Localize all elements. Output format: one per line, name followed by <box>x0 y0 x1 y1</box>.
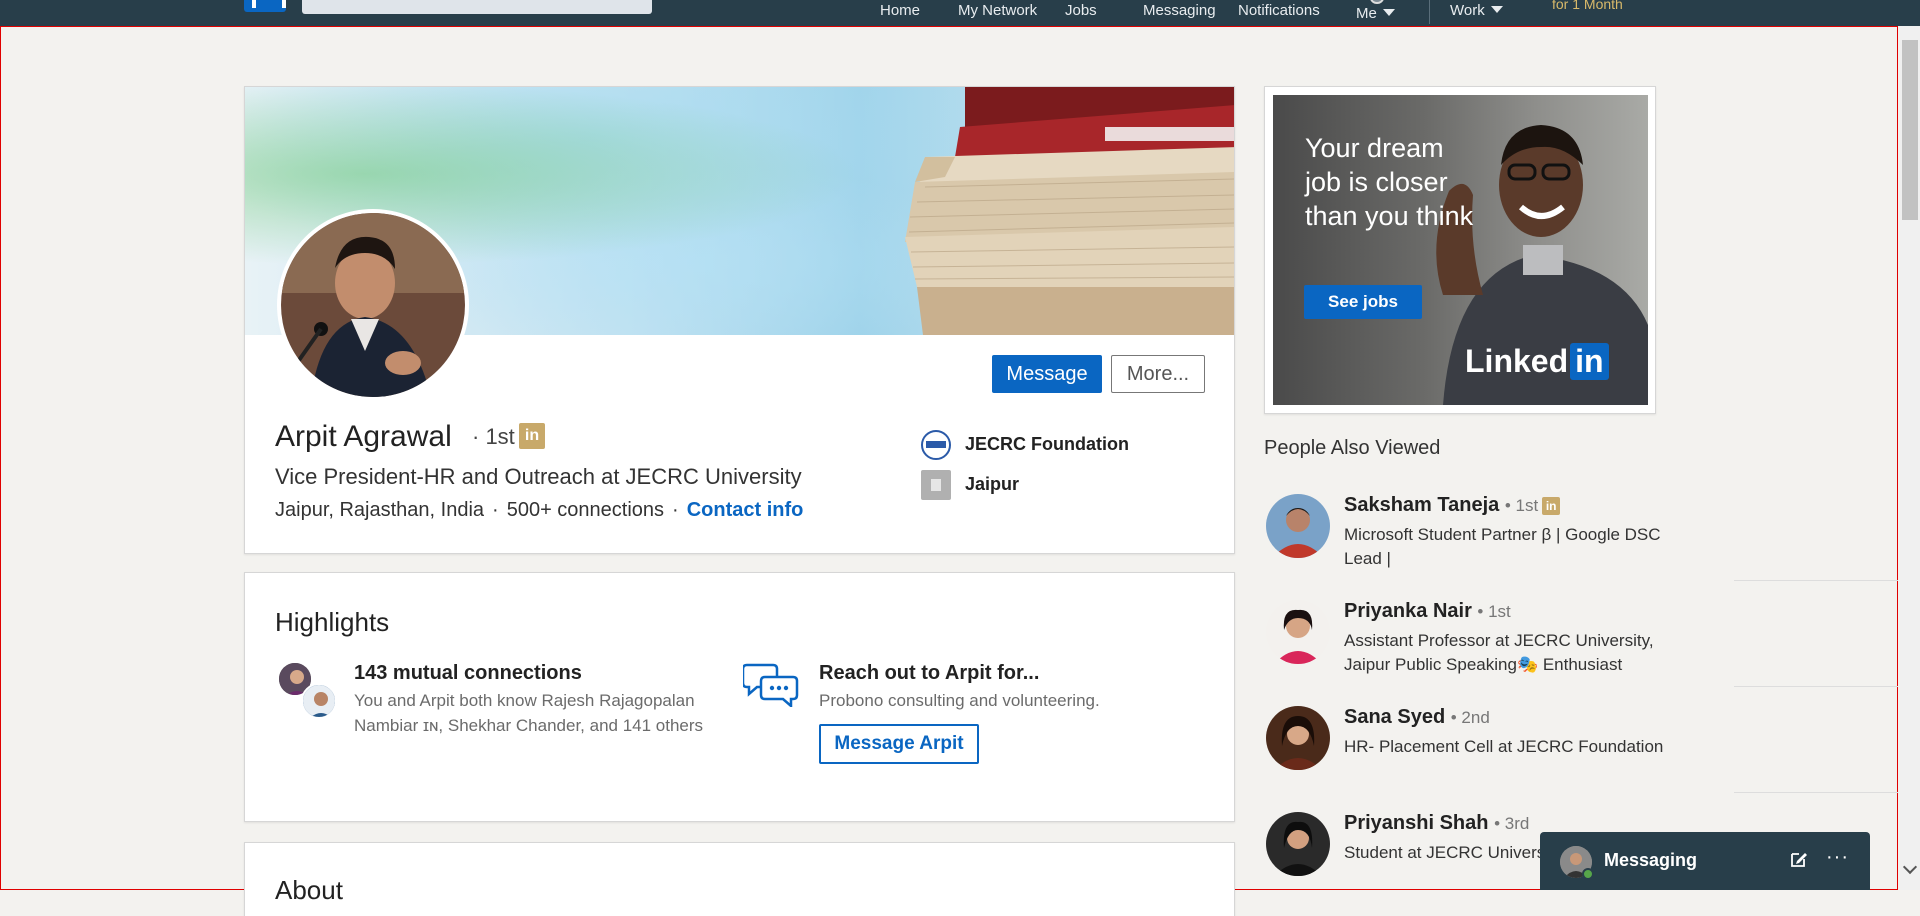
linkedin-badge-icon: in <box>519 423 545 449</box>
avatar <box>1266 812 1330 876</box>
mutual-connections-heading[interactable]: 143 mutual connections <box>354 662 582 685</box>
person-name[interactable]: Priyanka Nair <box>1344 600 1472 622</box>
meta-separator: · <box>492 499 499 521</box>
nav-messaging[interactable]: Messaging <box>1143 0 1216 26</box>
mutual-avatars[interactable] <box>277 661 337 723</box>
online-status-icon <box>1582 868 1594 880</box>
nav-messaging-label: Messaging <box>1143 2 1216 19</box>
nav-work[interactable]: Work <box>1450 0 1503 26</box>
avatar <box>301 683 337 719</box>
profile-avatar <box>281 213 465 397</box>
caret-down-icon <box>1490 6 1503 13</box>
meta-separator: · <box>672 499 679 521</box>
see-jobs-button[interactable]: See jobs <box>1304 285 1422 319</box>
person-degree: • 3rd <box>1494 814 1530 833</box>
nav-notifications[interactable]: Notifications <box>1238 0 1320 26</box>
highlights-title: Highlights <box>275 607 390 637</box>
books-image <box>905 87 1234 335</box>
about-card: About <box>244 842 1235 916</box>
linkedin-logo-icon[interactable] <box>244 0 286 12</box>
reach-out-text: Probono consulting and volunteering. <box>819 691 1100 710</box>
contact-info-link[interactable]: Contact info <box>687 499 804 521</box>
organization-link[interactable]: JECRC Foundation <box>965 434 1129 455</box>
person-name-line: Priyanka Nair • 1st <box>1344 600 1511 623</box>
avatar <box>1266 600 1330 664</box>
person-degree: • 1st <box>1477 602 1511 621</box>
profile-card: Message More... Arpit Agrawal · 1st in V… <box>244 86 1235 554</box>
reach-out-heading: Reach out to Arpit for... <box>819 662 1040 684</box>
more-icon[interactable]: ··· <box>1826 846 1849 869</box>
nav-me-label: Me <box>1356 5 1377 22</box>
caret-down-icon <box>1382 9 1395 16</box>
profile-location: Jaipur, Rajasthan, India <box>275 499 485 521</box>
linkedin-logo-text: Linked <box>1465 343 1569 379</box>
person-name-line: Sana Syed • 2nd <box>1344 706 1490 729</box>
city-link[interactable]: Jaipur <box>965 474 1019 495</box>
search-input[interactable] <box>302 0 652 14</box>
more-button[interactable]: More... <box>1111 355 1205 393</box>
profile-photo[interactable] <box>277 209 469 401</box>
list-item[interactable]: Saksham Taneja • 1st in Microsoft Student… <box>1264 494 1734 568</box>
message-arpit-button[interactable]: Message Arpit <box>819 724 979 764</box>
nav-premium[interactable]: for 1 Month <box>1552 0 1623 12</box>
nav-work-label: Work <box>1450 2 1485 19</box>
divider <box>1734 580 1898 581</box>
ad-headline: Your dream job is closer than you think <box>1305 133 1474 231</box>
nav-my-network-label: My Network <box>958 2 1038 19</box>
connection-degree: · 1st <box>472 424 515 449</box>
person-name[interactable]: Priyanshi Shah <box>1344 812 1489 834</box>
linkedin-logo-in: in <box>1570 343 1609 380</box>
profile-connections[interactable]: 500+ connections <box>507 499 664 521</box>
list-item[interactable]: Priyanka Nair • 1st Assistant Professor … <box>1264 600 1734 674</box>
building-icon <box>921 470 951 500</box>
avatar <box>1266 494 1330 558</box>
nav-notifications-label: Notifications <box>1238 2 1320 19</box>
linkedin-badge-icon: in <box>1542 497 1561 515</box>
person-headline: HR- Placement Cell at JECRC Foundation <box>1344 737 1664 756</box>
divider <box>1734 686 1898 687</box>
nav-home[interactable]: Home <box>880 0 920 26</box>
nav-jobs-label: Jobs <box>1065 2 1097 19</box>
profile-headline: Vice President-HR and Outreach at JECRC … <box>275 464 802 489</box>
compose-icon[interactable] <box>1790 850 1808 868</box>
profile-name: Arpit Agrawal <box>275 420 452 453</box>
mutual-connections-text: You and Arpit both know Rajesh Rajagopal… <box>354 691 704 735</box>
person-headline: Microsoft Student Partner β | Google DSC… <box>1344 525 1661 568</box>
chat-bubbles-icon <box>743 663 799 707</box>
person-name[interactable]: Saksham Taneja <box>1344 494 1499 516</box>
nav-home-label: Home <box>880 2 921 19</box>
people-also-viewed-title: People Also Viewed <box>1264 437 1441 459</box>
person-name[interactable]: Sana Syed <box>1344 706 1445 728</box>
ad-banner[interactable]: Your dream job is closer than you think … <box>1264 86 1656 414</box>
person-name-line: Saksham Taneja • 1st in <box>1344 494 1561 517</box>
about-title: About <box>275 875 343 905</box>
avatar <box>1266 706 1330 770</box>
highlights-card: Highlights 143 mutual connections You an… <box>244 572 1235 822</box>
divider <box>1734 792 1898 793</box>
nav-my-network[interactable]: My Network <box>958 0 1037 26</box>
person-headline: Assistant Professor at JECRC University,… <box>1344 631 1654 674</box>
jecrc-logo-icon <box>921 430 951 460</box>
person-degree: • 1st <box>1504 496 1539 515</box>
messaging-label: Messaging <box>1604 850 1698 870</box>
nav-jobs[interactable]: Jobs <box>1065 0 1097 26</box>
top-nav: Home My Network Jobs Messaging Notificat… <box>0 0 1920 26</box>
linkedin-logo: Linked in <box>1465 343 1609 380</box>
message-button[interactable]: Message <box>992 355 1102 393</box>
nav-divider <box>1429 0 1430 24</box>
person-degree: • 2nd <box>1450 708 1490 727</box>
list-item[interactable]: Sana Syed • 2nd HR- Placement Cell at JE… <box>1264 706 1734 776</box>
profile-meta: Jaipur, Rajasthan, India · 500+ connection… <box>275 499 803 522</box>
ad-image: Your dream job is closer than you think … <box>1273 95 1648 405</box>
scrollbar-thumb[interactable] <box>1902 40 1918 220</box>
person-name-line: Priyanshi Shah • 3rd <box>1344 812 1529 835</box>
messaging-bar[interactable]: Messaging ··· <box>1540 832 1870 890</box>
